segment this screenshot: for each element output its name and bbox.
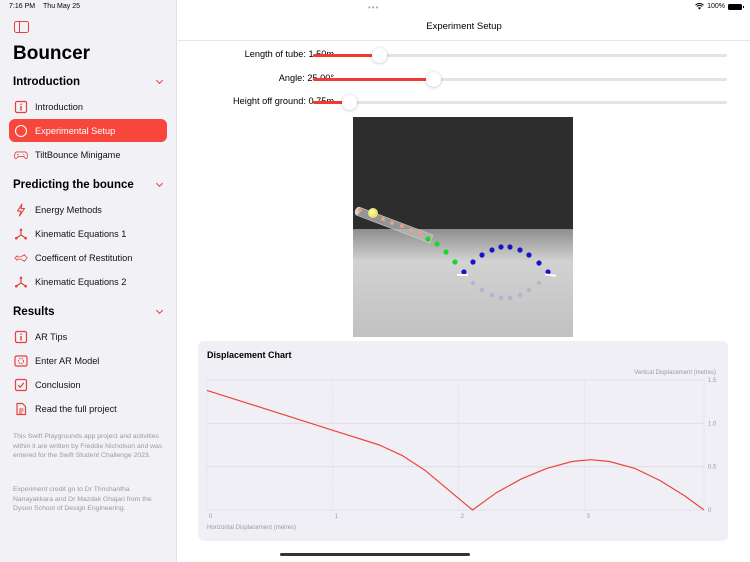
wifi-icon [695, 3, 704, 10]
sidebar-item-label: Experimental Setup [35, 125, 116, 136]
status-time: 7:16 PM [9, 3, 36, 10]
bolt-icon [14, 202, 28, 217]
length-slider[interactable] [313, 47, 727, 63]
sidebar-item-label: AR Tips [35, 331, 68, 342]
sidebar-item-tiltbounce-minigame[interactable]: TiltBounce Minigame [9, 143, 167, 166]
slider-row-height: Height off ground: 0.75m [178, 92, 750, 112]
sidebar-item-kinematic-equations-1[interactable]: Kinematic Equations 1 [9, 222, 167, 245]
battery-percent: 100% [707, 3, 725, 10]
experiment-3d-scene[interactable] [353, 117, 573, 337]
sidebar-item-experimental-setup[interactable]: Experimental Setup [9, 119, 167, 142]
gamecontroller-icon [14, 148, 28, 162]
page-title: Experiment Setup [426, 21, 502, 32]
sidebar-item-label: Energy Methods [35, 204, 102, 215]
series-line-trajectory [206, 389, 705, 511]
height-slider[interactable] [313, 94, 727, 110]
sidebar-item-enter-ar-model[interactable]: Enter AR Model [9, 349, 167, 372]
y-tick-label: 1.5 [708, 378, 717, 384]
info-square-icon [14, 330, 28, 344]
app-title: Bouncer [13, 43, 91, 64]
sidebar-item-label: Coefficent of Restitution [35, 252, 133, 263]
slider-row-length: Length of tube: 1.50m [178, 45, 750, 65]
status-bar-left: 7:16 PM Thu May 25 [9, 3, 80, 10]
slider-thumb[interactable] [341, 94, 357, 110]
sidebar-item-kinematic-equations-2[interactable]: Kinematic Equations 2 [9, 270, 167, 293]
ar-viewfinder-icon [14, 354, 28, 368]
info-square-icon [14, 100, 28, 114]
chevron-down-icon[interactable] [156, 78, 163, 85]
sidebar-item-label: Enter AR Model [35, 355, 100, 366]
slider-fill [313, 78, 434, 81]
y-tick-label: 0.5 [708, 465, 717, 471]
sidebar-item-label: TiltBounce Minigame [35, 149, 121, 160]
landing-marker [457, 274, 468, 276]
app-window: 7:16 PM Thu May 25 Bouncer Introduction … [0, 0, 750, 562]
sidebar-item-coefficient-of-restitution[interactable]: Coefficent of Restitution [9, 246, 167, 269]
y-axis-label: Vertical Displacement (metres) [634, 370, 716, 376]
sidebar-item-label: Conclusion [35, 379, 81, 390]
x-tick-label: 3 [586, 514, 590, 520]
footer-credits-text: This Swift Playgrounds app project and a… [13, 433, 163, 460]
y-tick-label: 1.0 [708, 421, 717, 427]
multitasking-dots-icon[interactable]: ••• [368, 3, 379, 12]
x-tick-label: 0 [209, 514, 213, 520]
section-header-predicting[interactable]: Predicting the bounce [13, 179, 134, 191]
battery-icon [728, 3, 744, 10]
sidebar-toggle-icon[interactable] [14, 21, 29, 33]
slider-thumb[interactable] [371, 47, 387, 63]
axis-3d-icon [14, 275, 28, 289]
document-icon [14, 402, 28, 416]
footer-experiment-credit-text: Experiment credit go to Dr Thrishantha N… [13, 486, 152, 513]
sidebar-item-conclusion[interactable]: Conclusion [9, 373, 167, 396]
section-header-results[interactable]: Results [13, 306, 55, 318]
section-header-introduction[interactable]: Introduction [13, 76, 80, 88]
chevron-down-icon[interactable] [156, 308, 163, 315]
x-tick-label: 1 [335, 514, 339, 520]
nav-divider [178, 40, 750, 41]
x-axis-label: Horizontal Displacement (metres) [207, 525, 296, 531]
sidebar-item-label: Kinematic Equations 2 [35, 276, 127, 287]
scene-backdrop [353, 117, 573, 229]
sidebar: 7:16 PM Thu May 25 Bouncer Introduction … [0, 0, 177, 562]
sidebar-item-label: Introduction [35, 101, 84, 112]
home-indicator[interactable] [280, 553, 470, 556]
displacement-chart: 0 0.5 1.0 1.5 0 1 2 3 Vertical Displacement (met… [206, 370, 717, 531]
status-bar-right: 100% [695, 3, 744, 10]
ball [368, 208, 378, 218]
angle-slider[interactable] [313, 71, 727, 87]
sidebar-item-label: Read the full project [35, 403, 117, 414]
status-date: Thu May 25 [43, 3, 80, 10]
slider-fill [313, 54, 380, 57]
axis-3d-icon [14, 227, 28, 241]
checkmark-square-icon [14, 378, 28, 392]
slider-row-angle: Angle: 25.00° [178, 69, 750, 89]
chevron-down-icon[interactable] [156, 181, 163, 188]
sidebar-item-introduction[interactable]: Introduction [9, 95, 167, 118]
displacement-chart-card: Displacement Chart 0 0.5 1.0 1.5 0 1 2 3 Vertica… [198, 341, 728, 541]
main-content: ••• 100% Experiment Setup Length of tube… [178, 0, 750, 562]
x-tick-label: 2 [461, 514, 465, 520]
sidebar-item-energy-methods[interactable]: Energy Methods [9, 198, 167, 221]
y-tick-label: 0 [708, 508, 712, 514]
slider-thumb[interactable] [425, 71, 441, 87]
sidebar-item-ar-tips[interactable]: AR Tips [9, 325, 167, 348]
circle-icon [14, 124, 28, 138]
arrows-exchange-icon [14, 251, 28, 265]
sidebar-item-label: Kinematic Equations 1 [35, 228, 127, 239]
sidebar-item-read-full-project[interactable]: Read the full project [9, 397, 167, 420]
